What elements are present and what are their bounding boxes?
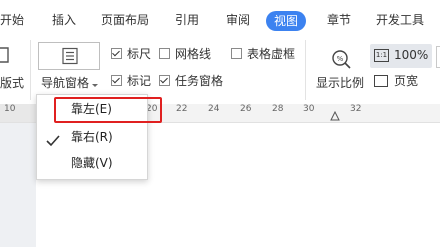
partial-toolbar-icon[interactable] — [436, 46, 440, 68]
indent-marker-icon[interactable] — [330, 110, 340, 121]
menu-bar: 开始 插入 页面布局 引用 审阅 视图 章节 开发工具 — [0, 0, 440, 34]
task-pane-checkbox-label: 任务窗格 — [175, 74, 224, 88]
ruler-tick-label: 30 — [303, 104, 315, 114]
ruler-tick-label: 10 — [4, 104, 16, 114]
ruler-tick-label: 24 — [208, 104, 220, 114]
chevron-down-icon[interactable] — [92, 78, 98, 87]
menu-tab-review[interactable]: 审阅 — [226, 10, 250, 30]
menu-tab-view[interactable]: 视图 — [266, 11, 307, 31]
menu-tab-chapter[interactable]: 章节 — [327, 10, 351, 30]
actual-size-icon: 1:1 — [374, 49, 389, 62]
ruler-tick-label: 22 — [176, 104, 188, 114]
dropdown-item-hide[interactable]: 隐藏(V) — [37, 151, 147, 175]
table-gridlines-checkbox[interactable] — [231, 48, 242, 59]
ruler-checkbox[interactable] — [111, 48, 122, 59]
layout-button-label[interactable]: 版式 — [0, 74, 24, 91]
checkmark-icon — [46, 131, 60, 147]
nav-pane-button-frame[interactable] — [38, 42, 100, 70]
highlight-annotation — [54, 97, 162, 123]
nav-pane-label[interactable]: 导航窗格 — [41, 74, 89, 91]
ribbon-divider — [30, 40, 31, 100]
nav-pane-icon — [62, 47, 78, 65]
markup-checkbox[interactable] — [111, 75, 122, 86]
dropdown-item-label: 隐藏(V) — [71, 156, 113, 170]
dropdown-item-dock-right[interactable]: 靠右(R) — [37, 125, 147, 149]
ruler-tick-label: 28 — [272, 104, 284, 114]
page-width-icon — [374, 75, 388, 87]
menu-tab-insert[interactable]: 插入 — [52, 10, 76, 30]
ruler-checkbox-label: 标尺 — [127, 47, 152, 61]
ruler-tick-label: 26 — [240, 104, 252, 114]
layout-icon — [0, 46, 12, 64]
dropdown-item-label: 靠右(R) — [71, 130, 113, 144]
zoom-100-button[interactable]: 1:1 100% — [370, 44, 432, 68]
menu-tab-page-layout[interactable]: 页面布局 — [101, 10, 149, 30]
ribbon-divider — [305, 40, 306, 100]
display-ratio-label[interactable]: 显示比例 — [316, 74, 364, 91]
svg-text:%: % — [337, 55, 344, 63]
gridlines-checkbox-label: 网格线 — [175, 47, 212, 61]
nav-pane-position-dropdown: 靠左(E) 靠右(R) 隐藏(V) — [36, 94, 162, 180]
menu-tab-references[interactable]: 引用 — [175, 10, 199, 30]
zoom-magnifier-icon[interactable]: % — [330, 48, 352, 70]
ruler-tick-label: 32 — [350, 104, 362, 114]
zoom-100-label: 100% — [394, 48, 429, 62]
task-pane-checkbox[interactable] — [159, 75, 170, 86]
table-gridlines-checkbox-label: 表格虚框 — [247, 47, 296, 61]
menu-tab-developer-tools[interactable]: 开发工具 — [376, 10, 424, 30]
menu-tab-home[interactable]: 开始 — [0, 10, 24, 30]
markup-checkbox-label: 标记 — [127, 74, 152, 88]
gridlines-checkbox[interactable] — [159, 48, 170, 59]
page-width-label[interactable]: 页宽 — [394, 72, 418, 89]
